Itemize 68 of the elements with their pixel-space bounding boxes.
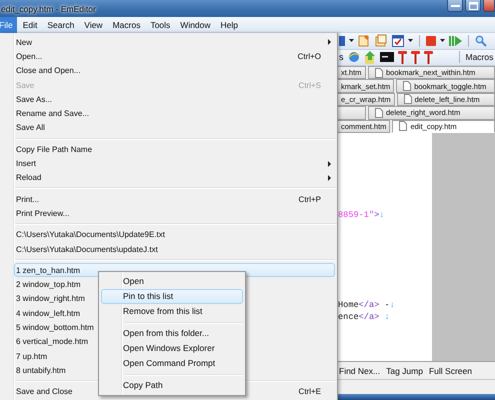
menu-bar-item[interactable]: View bbox=[80, 16, 107, 32]
menu-item[interactable]: Open... bbox=[16, 52, 42, 61]
function-bar-button[interactable]: Full Screen bbox=[428, 366, 475, 376]
hammer-icon[interactable] bbox=[398, 50, 406, 64]
globe-icon[interactable] bbox=[348, 51, 360, 64]
menu-bar-item[interactable]: Search bbox=[43, 16, 78, 32]
menu-item[interactable]: Copy File Path Name bbox=[16, 144, 92, 154]
function-bar-button[interactable]: Find Nex... bbox=[338, 366, 384, 376]
code-line: 8859-1">↓ bbox=[338, 208, 386, 221]
window-title: edit_copy.htm - EmEditor bbox=[0, 4, 96, 14]
play-icon[interactable] bbox=[449, 36, 462, 46]
close-button[interactable] bbox=[483, 0, 495, 12]
shortcut-text: Ctrl+S bbox=[298, 80, 321, 90]
maximize-button[interactable] bbox=[465, 0, 481, 12]
toolbar-text: s bbox=[339, 52, 344, 62]
context-menu-item[interactable]: Copy Path bbox=[101, 378, 243, 393]
context-menu-item[interactable]: Open Command Prompt bbox=[101, 356, 243, 371]
menu-item[interactable]: 5 window_bottom.htm bbox=[16, 322, 94, 332]
menu-bar-item[interactable]: Help bbox=[216, 16, 242, 32]
shortcut-text: Ctrl+E bbox=[298, 387, 321, 396]
hammer-icon[interactable] bbox=[424, 50, 432, 64]
dropdown-arrow-icon[interactable] bbox=[440, 39, 445, 42]
stop-icon[interactable] bbox=[426, 36, 436, 46]
terminal-icon[interactable] bbox=[380, 52, 394, 62]
menu-item[interactable]: 2 window_top.htm bbox=[16, 280, 80, 290]
minimize-button[interactable] bbox=[447, 0, 463, 12]
menu-item[interactable]: 4 window_left.htm bbox=[16, 308, 80, 318]
menu-item[interactable]: Reload bbox=[16, 173, 42, 182]
context-menu-item[interactable]: Remove from this list bbox=[101, 304, 243, 319]
code-line: ence</a> ↓ bbox=[338, 310, 391, 323]
menu-bar-item[interactable]: Tools bbox=[146, 16, 174, 32]
menu-item[interactable]: Print... bbox=[16, 194, 40, 204]
menu-item[interactable]: C:\Users\Yutaka\Documents\updateJ.txt bbox=[16, 244, 158, 254]
toolbar-label: Macros bbox=[466, 52, 494, 62]
context-menu-item[interactable]: Pin to this list bbox=[101, 289, 243, 304]
menu-item[interactable]: Print Preview... bbox=[16, 208, 70, 218]
menu-item[interactable]: Save and Close bbox=[16, 387, 72, 396]
menu-item[interactable]: New bbox=[16, 38, 32, 47]
menu-bar-item[interactable]: File bbox=[0, 16, 17, 32]
search-icon[interactable] bbox=[475, 34, 487, 47]
menu-item[interactable]: Save As... bbox=[16, 94, 52, 104]
menu-item[interactable]: Insert bbox=[16, 159, 36, 168]
window-icon[interactable] bbox=[392, 34, 404, 47]
maximize-icon bbox=[468, 2, 478, 10]
menu-item[interactable]: 7 up.htm bbox=[16, 352, 48, 361]
menu-item[interactable]: Rename and Save... bbox=[16, 109, 89, 118]
menu-item[interactable]: Close and Open... bbox=[16, 66, 80, 76]
menu-bar-item[interactable]: Window bbox=[176, 16, 215, 32]
menu-item[interactable]: C:\Users\Yutaka\Documents\Update9E.txt bbox=[16, 230, 165, 240]
function-bar-button[interactable]: Tag Jump bbox=[385, 366, 426, 376]
context-menu-item[interactable]: Open Windows Explorer bbox=[101, 341, 243, 356]
dropdown-arrow-icon[interactable] bbox=[349, 39, 354, 42]
editor-area[interactable]: 8859-1">↓ Home</a> -↓ ence</a> ↓ bbox=[338, 132, 432, 361]
shortcut-text: Ctrl+O bbox=[298, 52, 321, 61]
menu-item[interactable]: Save All bbox=[16, 123, 45, 132]
menu-item[interactable]: 3 window_right.htm bbox=[16, 294, 85, 304]
menu-item[interactable]: 6 vertical_mode.htm bbox=[16, 337, 88, 346]
context-menu-item[interactable]: Open from this folder... bbox=[101, 326, 243, 341]
shortcut-text: Ctrl+P bbox=[298, 194, 321, 204]
arrow-up-icon[interactable] bbox=[364, 50, 376, 64]
menu-item[interactable]: 1 zen_to_han.htm bbox=[16, 266, 80, 275]
hammer-icon[interactable] bbox=[410, 50, 420, 64]
minimize-icon bbox=[450, 4, 460, 8]
menu-bar-item[interactable]: Macros bbox=[108, 16, 144, 32]
menu-item[interactable]: 8 untabify.htm bbox=[16, 366, 66, 375]
dropdown-arrow-icon[interactable] bbox=[408, 39, 413, 42]
menu-bar-item[interactable]: Edit bbox=[18, 16, 42, 32]
code-line: Home</a> -↓ bbox=[338, 298, 396, 311]
